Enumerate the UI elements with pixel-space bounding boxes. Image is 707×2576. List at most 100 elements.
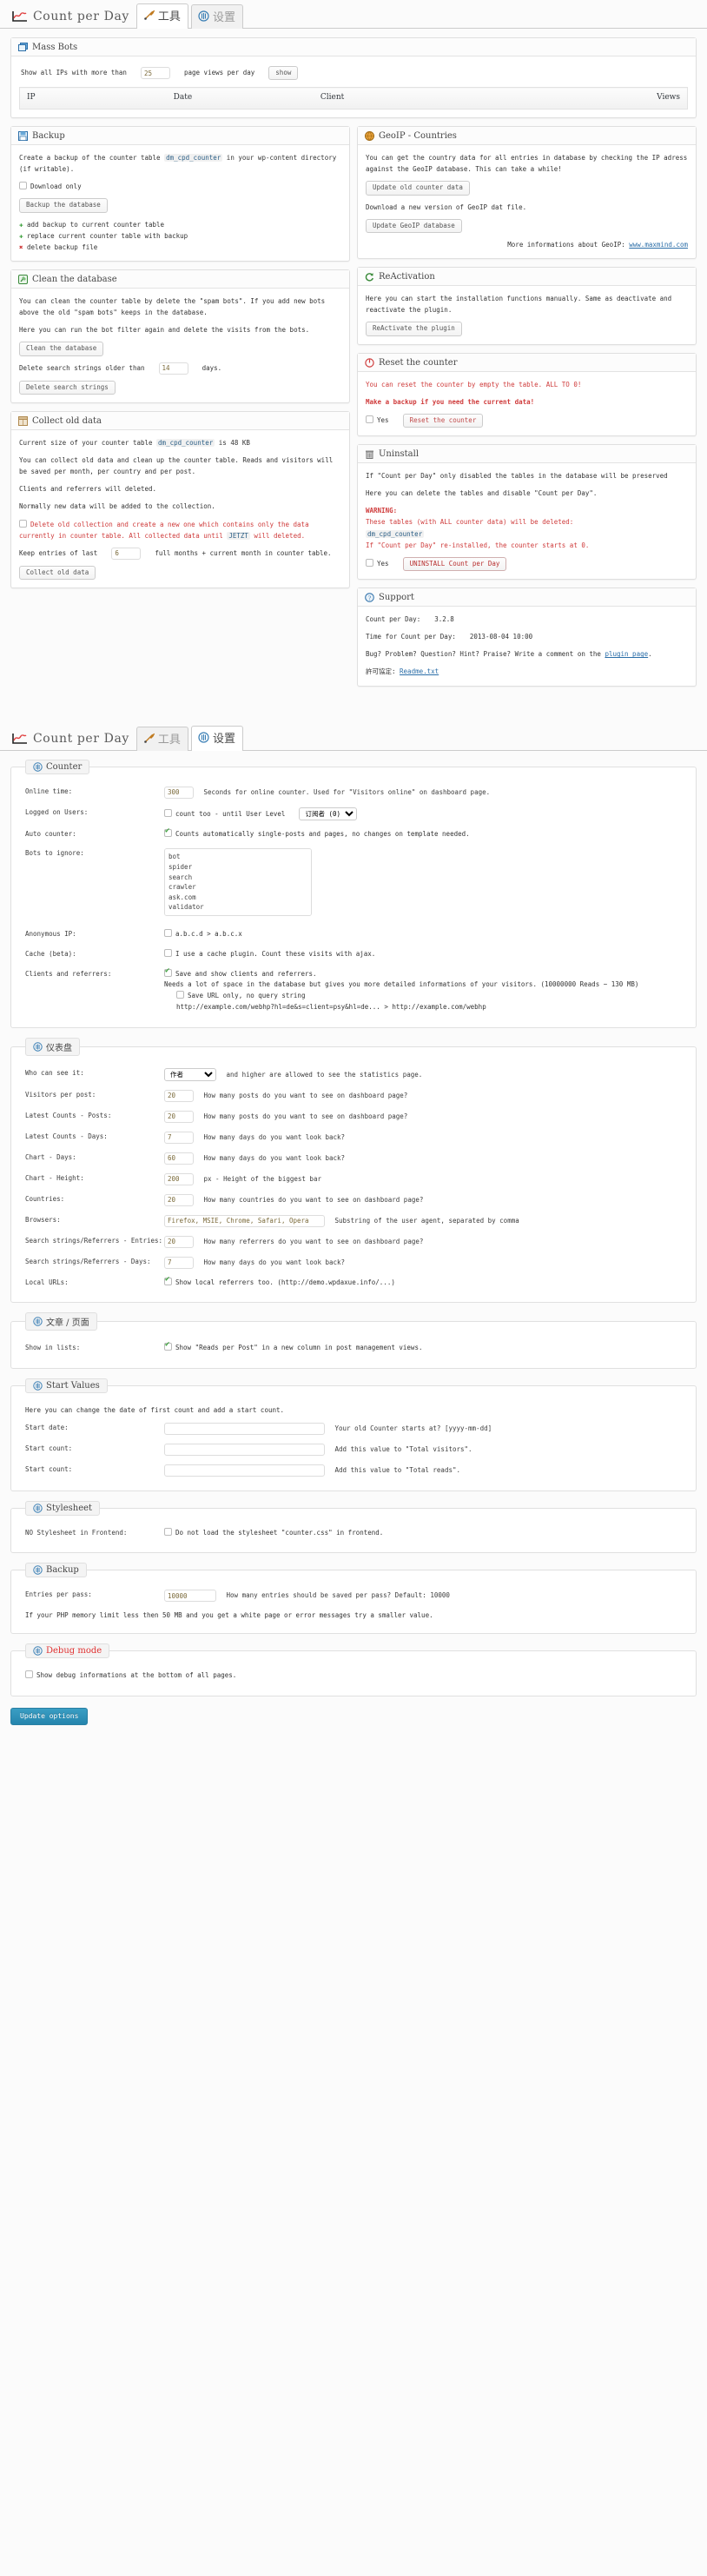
clean-database-button[interactable]: Clean the database bbox=[19, 342, 104, 356]
legend-add-icon: ✚ bbox=[19, 220, 23, 229]
collect-old-data-button[interactable]: Collect old data bbox=[19, 565, 96, 580]
delete-search-strings-button[interactable]: Delete search strings bbox=[19, 380, 116, 395]
panel-clean-db-title: Clean the database bbox=[32, 275, 117, 284]
start-count-visitors-input[interactable] bbox=[164, 1443, 325, 1456]
legend-posts-pages-label: 文章 / 页面 bbox=[46, 1318, 89, 1329]
user-level-select[interactable]: 订阅者 (0) bbox=[299, 807, 358, 820]
bots-to-ignore-textarea[interactable]: bot spider search crawler ask.com valida… bbox=[164, 848, 312, 917]
start-date-input[interactable] bbox=[164, 1422, 325, 1435]
field-search-referrers-days: How many days do you want look back? bbox=[164, 1256, 687, 1269]
panel-mass-bots-header: Mass Bots bbox=[11, 38, 696, 56]
entries-per-pass-input[interactable] bbox=[164, 1590, 216, 1603]
gear-icon bbox=[33, 1381, 43, 1391]
latest-counts-days-input[interactable] bbox=[164, 1131, 194, 1144]
who-can-see-select[interactable]: 作者 bbox=[164, 1067, 216, 1081]
plugin-page-link[interactable]: plugin page bbox=[605, 650, 648, 658]
reactivate-plugin-button[interactable]: ReActivate the plugin bbox=[366, 322, 462, 336]
panel-support-header: ? Support bbox=[358, 588, 696, 607]
reset-counter-button[interactable]: Reset the counter bbox=[402, 413, 484, 428]
label-online-time: Online time: bbox=[25, 787, 73, 795]
collect-keep-months-input[interactable] bbox=[111, 547, 142, 560]
visitors-per-post-input[interactable] bbox=[164, 1089, 194, 1102]
uninstall-w1: These tables (with ALL counter data) wil… bbox=[366, 518, 574, 527]
hint-online-time: Seconds for online counter. Used for "Vi… bbox=[203, 787, 491, 796]
legend-add-text: add backup to current counter table bbox=[27, 220, 165, 229]
panel-uninstall-body: If "Count per Day" only disabled the tab… bbox=[358, 463, 696, 579]
collect-delete-old-checkbox[interactable] bbox=[19, 519, 27, 528]
logged-on-users-checkbox[interactable] bbox=[164, 808, 172, 817]
save-url-only-checkbox[interactable] bbox=[176, 991, 184, 999]
backup-download-only-checkbox[interactable] bbox=[19, 182, 27, 190]
tab-settings[interactable]: 设置 bbox=[190, 4, 243, 29]
svg-text:?: ? bbox=[368, 594, 371, 601]
field-start-count-reads: Add this value to "Total reads". bbox=[164, 1464, 687, 1477]
debug-mode-checkbox[interactable] bbox=[25, 1670, 33, 1678]
clean-db-desc: You can clean the counter table by delet… bbox=[19, 297, 326, 317]
anonymous-ip-checkbox[interactable] bbox=[164, 929, 172, 937]
col-client[interactable]: Client bbox=[313, 87, 581, 110]
col-ip[interactable]: IP bbox=[19, 87, 167, 110]
mass-bots-show-button[interactable]: show bbox=[268, 66, 299, 81]
label-clients-and-referrers: Clients and referrers: bbox=[25, 969, 112, 978]
search-referrers-entries-input[interactable] bbox=[164, 1235, 194, 1248]
field-online-time: Seconds for online counter. Used for "Vi… bbox=[164, 786, 687, 799]
countries-input[interactable] bbox=[164, 1193, 194, 1206]
tab-settings-2[interactable]: 设置 bbox=[190, 725, 243, 751]
field-latest-counts-days: How many days do you want look back? bbox=[164, 1131, 687, 1144]
save-clients-referrers-checkbox[interactable] bbox=[164, 967, 172, 977]
panel-geoip-body: You can get the country data for all ent… bbox=[358, 145, 696, 258]
field-logged-on-users: count too - until User Level 订阅者 (0) bbox=[164, 807, 687, 820]
online-time-input[interactable] bbox=[164, 786, 194, 799]
uninstall-confirm-row: Yes UNINSTALL Count per Day bbox=[366, 556, 688, 571]
cache-beta-checkbox[interactable] bbox=[164, 948, 172, 957]
no-stylesheet-checkbox[interactable] bbox=[164, 1527, 172, 1536]
tab-tools-2[interactable]: 工具 bbox=[135, 726, 188, 751]
label-latest-counts-posts: Latest Counts - Posts: bbox=[25, 1111, 112, 1119]
panel-backup-header: Backup bbox=[11, 127, 349, 145]
hint-start-count-visitors: Add this value to "Total visitors". bbox=[334, 1444, 472, 1453]
mass-bots-threshold-input[interactable] bbox=[140, 67, 170, 79]
panel-uninstall-header: Uninstall bbox=[358, 445, 696, 463]
delete-search-days-input[interactable] bbox=[158, 362, 188, 375]
update-old-counter-data-button[interactable]: Update old counter data bbox=[366, 181, 470, 196]
reset-confirm-checkbox[interactable] bbox=[366, 415, 373, 423]
legend-delete-text: delete backup file bbox=[27, 242, 98, 251]
start-count-reads-input[interactable] bbox=[164, 1464, 325, 1477]
uninstall-confirm-checkbox[interactable] bbox=[366, 558, 373, 567]
row-visitors-per-post: Visitors per post: How many posts do you… bbox=[20, 1086, 687, 1106]
maxmind-link[interactable]: www.maxmind.com bbox=[629, 241, 688, 249]
support-icon: ? bbox=[365, 593, 374, 602]
local-urls-checkbox[interactable] bbox=[164, 1276, 172, 1285]
uninstall-button[interactable]: UNINSTALL Count per Day bbox=[402, 556, 507, 571]
fieldset-dashboard: 仪表盘 Who can see it: 作者 and higher are al… bbox=[10, 1037, 697, 1304]
row-start-count-reads: Start count: Add this value to "Total re… bbox=[20, 1460, 687, 1481]
latest-counts-posts-input[interactable] bbox=[164, 1110, 194, 1123]
chart-height-input[interactable] bbox=[164, 1172, 194, 1185]
show-in-lists-checkbox[interactable] bbox=[164, 1341, 172, 1351]
tab-tools[interactable]: 工具 bbox=[135, 3, 188, 29]
auto-counter-checkbox[interactable] bbox=[164, 827, 172, 837]
fieldset-stylesheet: Stylesheet NO Stylesheet in Frontend: Do… bbox=[10, 1500, 697, 1554]
update-geoip-database-button[interactable]: Update GeoIP database bbox=[366, 218, 462, 233]
row-latest-counts-days: Latest Counts - Days: How many days do y… bbox=[20, 1127, 687, 1148]
plugin-brand-label-settings: Count per Day bbox=[33, 731, 129, 746]
readme-link[interactable]: Readme.txt bbox=[400, 667, 439, 675]
update-options-button[interactable]: Update options bbox=[10, 1707, 89, 1726]
legend-backup-settings: Backup bbox=[25, 1563, 87, 1578]
label-search-referrers-entries: Search strings/Referrers - Entries: bbox=[25, 1236, 163, 1245]
label-who-can-see: Who can see it: bbox=[25, 1068, 84, 1077]
collect-size-prefix: Current size of your counter table bbox=[19, 438, 153, 447]
browsers-input[interactable] bbox=[164, 1214, 325, 1227]
chart-days-input[interactable] bbox=[164, 1152, 194, 1165]
legend-debug-mode-label: Debug mode bbox=[46, 1645, 102, 1656]
plugin-brand-label: Count per Day bbox=[33, 10, 129, 23]
legend-replace-icon: ✚ bbox=[19, 231, 23, 240]
backup-database-button[interactable]: Backup the database bbox=[19, 198, 108, 213]
search-referrers-days-input[interactable] bbox=[164, 1256, 194, 1269]
field-bots-to-ignore: bot spider search crawler ask.com valida… bbox=[164, 848, 687, 920]
col-date[interactable]: Date bbox=[166, 87, 314, 110]
gear-icon bbox=[198, 10, 209, 22]
legend-dashboard: 仪表盘 bbox=[25, 1037, 80, 1056]
col-views[interactable]: Views bbox=[580, 87, 688, 110]
panel-reset-counter-body: You can reset the counter by empty the t… bbox=[358, 372, 696, 436]
